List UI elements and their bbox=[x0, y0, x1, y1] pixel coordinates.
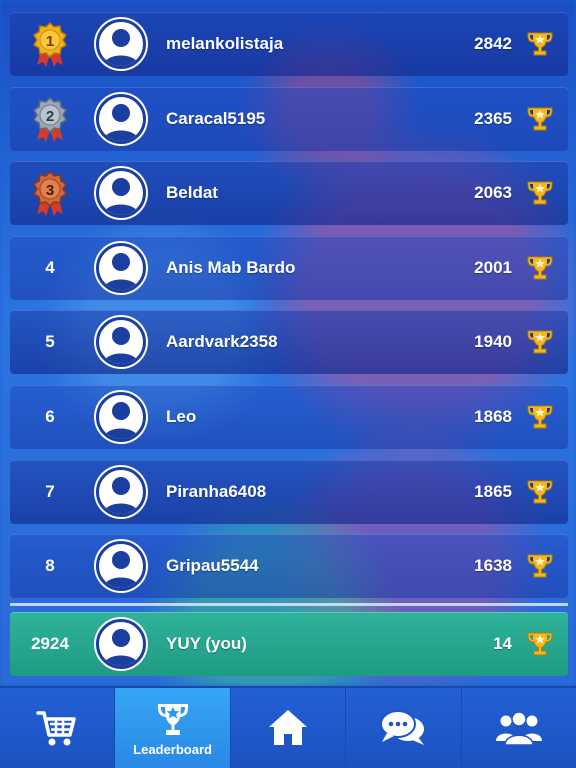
player-name: Leo bbox=[166, 406, 197, 426]
table-row[interactable]: 4 Anis Mab Bardo 2001 bbox=[10, 235, 568, 300]
avatar bbox=[96, 541, 146, 592]
avatar bbox=[96, 19, 146, 69]
user-icon bbox=[103, 103, 139, 141]
user-icon bbox=[103, 476, 139, 514]
trophy-icon bbox=[527, 330, 553, 354]
avatar bbox=[96, 242, 146, 293]
friends-icon bbox=[495, 711, 542, 746]
player-score: 2842 bbox=[474, 34, 512, 53]
table-row[interactable]: 2 Caracal5195 2365 bbox=[10, 86, 568, 151]
trophy-icon bbox=[157, 703, 188, 735]
trophy-icon bbox=[527, 554, 553, 578]
divider bbox=[10, 603, 568, 606]
svg-text:1: 1 bbox=[46, 33, 54, 50]
trophy-icon bbox=[527, 32, 553, 56]
nav-leaderboard-label: Leaderboard bbox=[133, 741, 212, 757]
user-icon bbox=[103, 252, 139, 290]
player-score: 2365 bbox=[474, 108, 512, 128]
rank-cell: 7 bbox=[45, 481, 55, 501]
user-icon bbox=[103, 551, 139, 589]
rank-cell: 5 bbox=[45, 332, 55, 352]
player-name: YUY (you) bbox=[166, 634, 247, 653]
cart-icon bbox=[36, 711, 76, 746]
player-name: Anis Mab Bardo bbox=[166, 257, 296, 277]
player-score: 1868 bbox=[474, 406, 512, 426]
player-score: 2001 bbox=[474, 257, 512, 277]
bottom-nav: Leaderboard bbox=[0, 686, 576, 768]
rank-cell: 6 bbox=[45, 406, 55, 426]
avatar bbox=[96, 93, 146, 144]
table-row[interactable]: 6 Leo 1868 bbox=[10, 384, 568, 449]
player-score: 1865 bbox=[474, 481, 512, 501]
trophy-icon bbox=[527, 256, 553, 280]
rank-cell: 8 bbox=[45, 556, 55, 576]
avatar bbox=[96, 619, 146, 669]
user-icon bbox=[103, 327, 139, 365]
avatar bbox=[96, 391, 146, 442]
rank-cell: 3 bbox=[10, 170, 90, 217]
player-name: Gripau5544 bbox=[166, 556, 259, 576]
avatar bbox=[96, 466, 146, 517]
leaderboard-list: 1 melankolistaja 2842 2 Caracal5195 2365… bbox=[10, 12, 568, 609]
svg-text:2: 2 bbox=[46, 108, 54, 125]
player-name: Aardvark2358 bbox=[166, 332, 278, 352]
trophy-icon bbox=[527, 181, 553, 205]
trophy-icon bbox=[527, 405, 553, 429]
user-icon bbox=[103, 29, 139, 66]
home-icon bbox=[269, 710, 308, 745]
svg-text:3: 3 bbox=[46, 182, 54, 199]
player-score: 2063 bbox=[474, 183, 512, 203]
nav-friends-button[interactable] bbox=[460, 688, 576, 768]
nav-shop-button[interactable] bbox=[0, 688, 115, 768]
player-name: melankolistaja bbox=[166, 34, 284, 53]
rank-cell: 2924 bbox=[31, 634, 69, 653]
trophy-icon bbox=[527, 107, 553, 131]
table-row[interactable]: 5 Aardvark2358 1940 bbox=[10, 310, 568, 375]
rank-cell: 1 bbox=[10, 21, 90, 67]
player-name: Caracal5195 bbox=[166, 108, 266, 128]
nav-chat-button[interactable] bbox=[345, 688, 461, 768]
trophy-icon bbox=[527, 632, 553, 656]
nav-leaderboard-button[interactable]: Leaderboard bbox=[114, 688, 230, 768]
player-name: Beldat bbox=[166, 183, 218, 203]
user-icon bbox=[103, 401, 139, 439]
user-icon bbox=[103, 178, 139, 216]
current-player-row[interactable]: 2924 YUY (you) 14 bbox=[10, 612, 568, 676]
table-row[interactable]: 1 melankolistaja 2842 bbox=[10, 12, 568, 76]
player-score: 1638 bbox=[474, 556, 512, 576]
player-score: 14 bbox=[493, 634, 512, 653]
user-icon bbox=[103, 629, 139, 666]
gold-medal-icon: 1 bbox=[32, 21, 68, 67]
bronze-medal-icon: 3 bbox=[32, 171, 68, 217]
avatar bbox=[96, 317, 146, 368]
player-score: 1940 bbox=[474, 332, 512, 352]
player-name: Piranha6408 bbox=[166, 481, 267, 501]
chat-icon bbox=[380, 710, 425, 745]
table-row[interactable]: 7 Piranha6408 1865 bbox=[10, 459, 568, 524]
trophy-icon bbox=[527, 480, 553, 504]
rank-cell: 2 bbox=[10, 96, 90, 142]
table-row[interactable]: 3 Beldat 2063 bbox=[10, 161, 568, 226]
nav-home-button[interactable] bbox=[229, 688, 346, 768]
rank-cell: 4 bbox=[45, 257, 55, 277]
avatar bbox=[96, 168, 146, 219]
table-row[interactable]: 8 Gripau5544 1638 bbox=[10, 534, 568, 599]
silver-medal-icon: 2 bbox=[32, 96, 68, 142]
